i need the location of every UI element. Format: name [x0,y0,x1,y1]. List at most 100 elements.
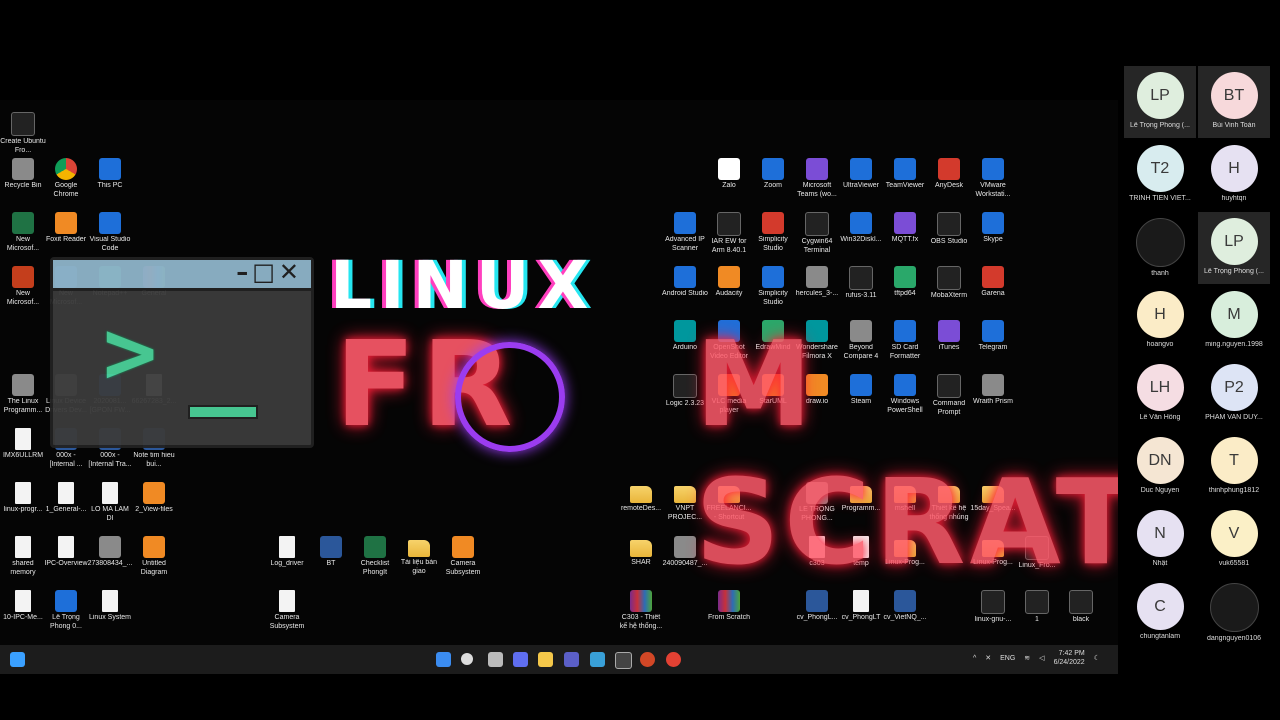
desktop-icon[interactable]: cv_PhongLT [838,590,884,623]
participant-tile[interactable]: thanh [1124,212,1196,284]
start-icon[interactable] [10,652,25,667]
desktop-icon[interactable]: cv_VietNQ_... [882,590,928,623]
desktop-icon[interactable]: SHAR [618,536,664,568]
avatar: T2 [1136,145,1184,192]
desktop-icon[interactable]: Skype [970,212,1016,245]
desktop-icon[interactable]: Zoom [750,158,796,191]
desktop-icon[interactable]: New Microsof... [0,266,46,307]
desktop-icon[interactable]: IAR EW for Arm 8.40.1 [706,212,752,255]
desktop-icon[interactable]: Untitled Diagram [131,536,177,577]
windows-start-icon[interactable] [436,652,451,667]
desktop-icon[interactable]: C303 - Thiết kế hệ thống... [618,590,664,631]
desktop-icon[interactable]: From Scratch [706,590,752,623]
desktop-icon[interactable]: linux-progr... [0,482,46,515]
desktop-icon[interactable]: New Microsof... [0,212,46,253]
desktop-icon[interactable]: 2_View-files [131,482,177,515]
desktop-icon[interactable]: LO MA LAM DI [87,482,133,523]
desktop-icon[interactable]: Cygwin64 Terminal [794,212,840,255]
orange-file-icon [143,482,165,504]
chrome-icon[interactable] [666,652,681,667]
desktop-icon[interactable]: Zalo [706,158,752,191]
mic-muted-icon[interactable]: ✕ [985,654,991,662]
desktop-icon[interactable]: remoteDes... [618,482,664,514]
rar-file-icon [718,590,740,612]
chat-icon[interactable] [513,652,528,667]
participant-tile[interactable]: T2 TRINH TIEN VIET... [1124,139,1196,211]
notification-icon[interactable]: ☾ [1094,654,1100,662]
desktop-icon[interactable]: 273808434_... [87,536,133,569]
desktop-icon[interactable]: Log_driver [264,536,310,569]
participant-tile[interactable]: N Nhật [1124,504,1196,576]
blue-file-icon [894,158,916,180]
powerpoint-icon[interactable] [640,652,655,667]
blue-file-icon [982,158,1004,180]
speaker-icon[interactable]: ◁ [1039,654,1044,662]
desktop-icon[interactable]: Lê Trọng Phong 0... [43,590,89,631]
desktop-icon[interactable]: Camera Subsystem [264,590,310,631]
participant-tile[interactable]: Vvuk65581 [1198,504,1270,576]
desktop-icon[interactable]: Recycle Bin [0,158,46,191]
desktop-icon[interactable]: IMX6ULLRM [0,428,46,461]
desktop-icon[interactable]: Win32DiskI... [838,212,884,245]
clock[interactable]: 7:42 PM 6/24/2022 [1054,649,1085,667]
desktop-icon[interactable]: BT [308,536,354,569]
desktop-icon[interactable]: Simplicity Studio [750,212,796,253]
search-icon[interactable] [461,653,473,665]
participant-tile[interactable]: LP Lê Trọng Phong (... [1124,66,1196,138]
desktop-icon[interactable]: 1_General-... [43,482,89,515]
vmware-icon[interactable] [590,652,605,667]
desktop-icon[interactable]: cv_PhongL... [794,590,840,623]
avatar: LH [1136,364,1184,411]
desktop-icon[interactable]: linux-gnu-... [970,590,1016,625]
participant-tile[interactable]: BT Bùi Vinh Toàn [1198,66,1270,138]
desktop-icon[interactable]: This PC [87,158,133,191]
blue-file-icon [762,158,784,180]
language-indicator[interactable]: ENG [1000,655,1015,662]
desktop-icon[interactable]: Microsoft Teams (wo... [794,158,840,199]
desktop-icon[interactable]: black [1058,590,1104,625]
participant-tile[interactable]: Mming.nguyen.1998 [1198,285,1270,357]
desktop-icon-label: IPC-Overview [44,560,88,567]
participant-tile[interactable]: LH Lê Văn Hồng [1124,358,1196,430]
participant-tile[interactable]: Cchungtanlam [1124,577,1196,649]
participant-tile[interactable]: dangnguyen0106 [1198,577,1270,649]
desktop-icon-label: cv_PhongL... [796,614,838,621]
desktop-icon-label: IMX6ULLRM [2,452,44,459]
desktop-icon[interactable]: Advanced IP Scanner [662,212,708,253]
participant-tile[interactable]: Tthinhphung1812 [1198,431,1270,503]
participant-tile[interactable]: Hhuyhtqn [1198,139,1270,211]
desktop-icon[interactable]: Tài liệu bàn giao [396,536,442,576]
desktop-icon[interactable]: Linux System [87,590,133,623]
chevron-up-icon[interactable]: ^ [973,655,976,662]
desktop-icon[interactable]: shared memory [0,536,46,577]
participant-tile[interactable]: DN Duc Nguyen [1124,431,1196,503]
task-view-icon[interactable] [488,652,503,667]
desktop-icon[interactable]: AnyDesk [926,158,972,191]
desktop-icon[interactable]: Visual Studio Code [87,212,133,253]
desktop-icon[interactable]: UltraViewer [838,158,884,191]
desktop-icon-label: Google Chrome [53,182,79,198]
dark-file-icon [981,590,1005,614]
desktop-icon[interactable]: Checklist PhongIt [352,536,398,577]
desktop-icon[interactable]: The Linux Programm... [0,374,46,415]
orange-file-icon [452,536,474,558]
desktop-icon[interactable]: 1 [1014,590,1060,625]
doc-file-icon [15,536,31,558]
desktop-icon[interactable]: Google Chrome [43,158,89,199]
participant-tile[interactable]: Hhoangvo [1124,285,1196,357]
file-explorer-icon[interactable] [538,652,553,667]
desktop-icon[interactable]: VMware Workstati... [970,158,1016,199]
participant-tile[interactable]: LP Lê Trọng Phong (... [1198,212,1270,284]
terminal-icon[interactable] [615,652,632,669]
desktop-icon[interactable]: TeamViewer [882,158,928,191]
desktop-icon[interactable]: MQTT.fx [882,212,928,245]
desktop-icon[interactable]: Foxit Reader [43,212,89,245]
desktop-icon[interactable]: 10-IPC-Me... [0,590,46,623]
wifi-icon[interactable]: ≋ [1024,654,1030,662]
desktop-icon[interactable]: IPC-Overview [43,536,89,569]
desktop-icon[interactable]: Camera Subsystem [440,536,486,577]
participant-tile[interactable]: P2 PHAM VAN DUY... [1198,358,1270,430]
desktop-icon[interactable]: OBS Studio [926,212,972,247]
desktop-icon[interactable]: Create Ubuntu Fro... [0,112,46,155]
teams-icon[interactable] [564,652,579,667]
